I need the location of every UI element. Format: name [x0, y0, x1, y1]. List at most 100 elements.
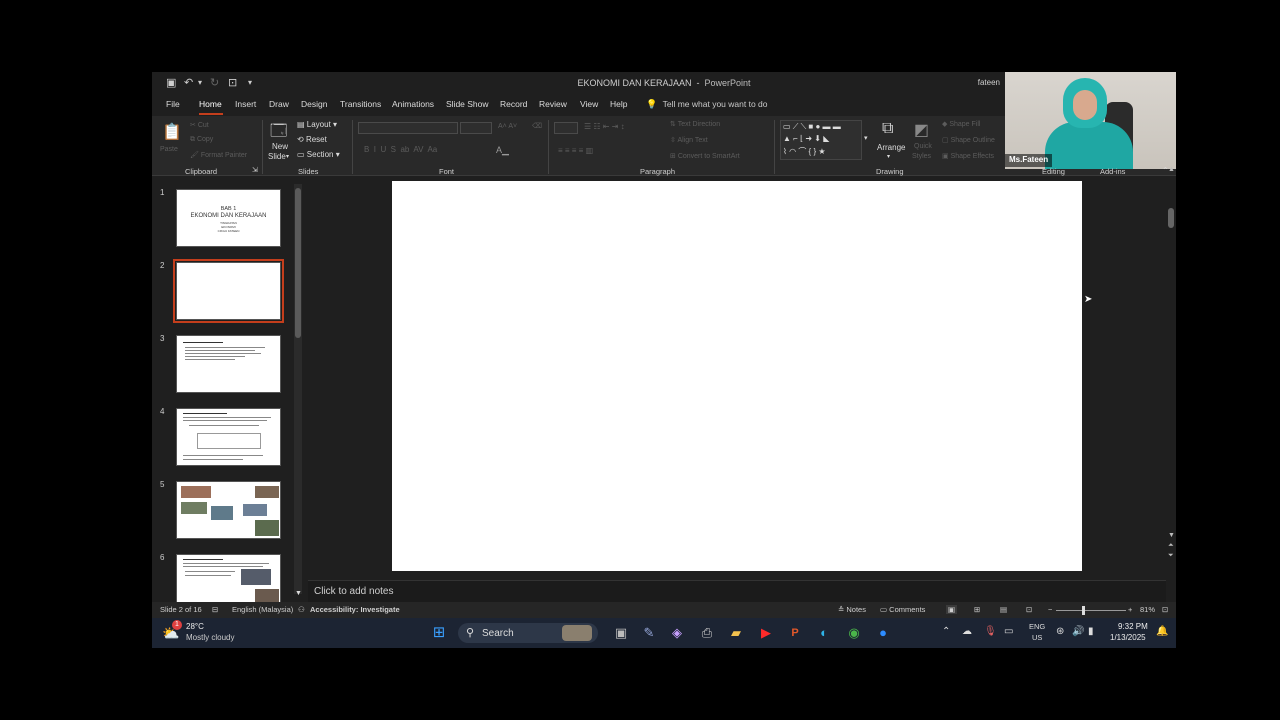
- notes-button[interactable]: ≙ Notes: [838, 605, 866, 614]
- language-status[interactable]: English (Malaysia): [232, 605, 293, 614]
- fit-slide-icon[interactable]: ⊡: [1162, 605, 1168, 614]
- slideshow-view-icon[interactable]: ⊡: [1026, 605, 1032, 614]
- clipboard-launcher-icon[interactable]: ⇲: [252, 166, 258, 174]
- current-slide-canvas[interactable]: [392, 181, 1082, 571]
- clock-time[interactable]: 9:32 PM: [1118, 622, 1148, 631]
- list-buttons[interactable]: ☰ ☷ ⇤ ⇥ ↕: [584, 122, 625, 131]
- file-explorer-icon[interactable]: ▰: [727, 624, 745, 642]
- slide-thumbnail-2[interactable]: [173, 259, 284, 323]
- clear-format-icon[interactable]: ⌫: [532, 122, 542, 130]
- text-direction-button[interactable]: ⇅ Text Direction: [670, 120, 720, 128]
- new-slide-dropdown-icon[interactable]: ▾: [286, 153, 289, 160]
- widgets-icon[interactable]: ✎: [640, 624, 658, 642]
- accessibility-status[interactable]: Accessibility: Investigate: [310, 605, 400, 614]
- copilot-icon[interactable]: ◈: [668, 624, 686, 642]
- shape-effects-button[interactable]: ▣ Shape Effects: [942, 152, 994, 160]
- tab-insert[interactable]: Insert: [235, 99, 256, 109]
- arrange-dropdown-icon[interactable]: ▾: [887, 153, 890, 160]
- layout-button[interactable]: ▤ Layout ▾: [297, 120, 337, 129]
- previous-slide-icon[interactable]: ⏶: [1168, 542, 1174, 550]
- taskbar-search[interactable]: ⚲ Search: [458, 623, 598, 643]
- font-style-buttons[interactable]: B I U S ab AV Aa: [364, 145, 437, 154]
- zoom-slider[interactable]: [1056, 610, 1126, 611]
- font-size-buttons[interactable]: A˄ A˅: [498, 123, 517, 130]
- section-button[interactable]: ▭ Section ▾: [297, 150, 340, 159]
- zoom-in-icon[interactable]: +: [1128, 605, 1132, 614]
- accessibility-icon[interactable]: ⚇: [298, 605, 305, 614]
- tab-record[interactable]: Record: [500, 99, 527, 109]
- reset-button[interactable]: ⟲ Reset: [297, 135, 327, 144]
- input-language[interactable]: ENG: [1029, 622, 1045, 631]
- font-name-combobox[interactable]: [358, 122, 458, 134]
- tab-help[interactable]: Help: [610, 99, 627, 109]
- edge-icon[interactable]: ◐: [815, 624, 833, 642]
- slide-thumbnail-4[interactable]: [176, 408, 281, 466]
- cut-button[interactable]: ✂ Cut: [190, 121, 209, 129]
- tab-slide-show[interactable]: Slide Show: [446, 99, 489, 109]
- new-slide-label[interactable]: New: [272, 142, 288, 151]
- shapes-more-icon[interactable]: ▾: [864, 134, 868, 142]
- slide-thumbnail-3[interactable]: [176, 335, 281, 393]
- thumbnail-scroll-down-icon[interactable]: ▼: [295, 590, 302, 597]
- tab-home[interactable]: Home: [199, 99, 222, 109]
- editor-vertical-scrollbar[interactable]: [1166, 178, 1176, 568]
- notes-pane[interactable]: Click to add notes: [308, 580, 1166, 602]
- input-region[interactable]: US: [1032, 633, 1042, 642]
- tab-animations[interactable]: Animations: [392, 99, 434, 109]
- printer-icon[interactable]: ⎙: [698, 624, 716, 642]
- scroll-down-icon[interactable]: ▼: [1168, 532, 1175, 539]
- slide-thumbnail-6[interactable]: [176, 554, 281, 602]
- thumbnail-scroll-thumb[interactable]: [295, 188, 301, 338]
- show-hidden-icons[interactable]: ⌃: [942, 626, 950, 637]
- tab-review[interactable]: Review: [539, 99, 567, 109]
- thumbnail-scrollbar[interactable]: [294, 184, 302, 594]
- network-icon[interactable]: ⊛: [1056, 626, 1064, 637]
- spell-check-icon[interactable]: ⊟: [212, 605, 218, 614]
- weather-temperature[interactable]: 28°C: [186, 622, 204, 631]
- tab-file[interactable]: File: [166, 99, 180, 109]
- editing-group-label[interactable]: Editing: [1042, 167, 1065, 176]
- next-slide-icon[interactable]: ⏷: [1168, 552, 1174, 560]
- task-view-icon[interactable]: ▣: [612, 624, 630, 642]
- arrange-icon[interactable]: ⧉: [882, 120, 893, 138]
- align-text-button[interactable]: ⇳ Align Text: [670, 136, 708, 144]
- tell-me-search[interactable]: 💡 Tell me what you want to do: [646, 99, 767, 110]
- slide-sorter-icon[interactable]: ⊞: [974, 605, 980, 614]
- tab-design[interactable]: Design: [301, 99, 327, 109]
- notes-placeholder[interactable]: Click to add notes: [314, 586, 394, 597]
- shape-fill-button[interactable]: ◆ Shape Fill: [942, 120, 980, 128]
- shape-format-combobox[interactable]: [554, 122, 578, 134]
- onedrive-icon[interactable]: ☁: [962, 626, 972, 637]
- zoom-level[interactable]: 81%: [1140, 605, 1155, 614]
- arrange-label[interactable]: Arrange: [877, 143, 905, 152]
- zoom-out-icon[interactable]: −: [1048, 605, 1052, 614]
- youtube-icon[interactable]: ▶: [757, 624, 775, 642]
- account-name[interactable]: fateen: [978, 78, 1000, 87]
- clock-date[interactable]: 1/13/2025: [1110, 633, 1146, 642]
- reading-view-icon[interactable]: ▤: [1000, 605, 1007, 614]
- windows-start-icon[interactable]: ⊞: [430, 624, 448, 642]
- scroll-up-icon[interactable]: ▲: [1168, 166, 1175, 173]
- editor-scroll-thumb[interactable]: [1168, 208, 1174, 228]
- display-icon[interactable]: ▭: [1004, 626, 1013, 637]
- shapes-gallery[interactable]: ▭ ⟋ ⟍ ■ ● ▬ ▬ ▲ ⌐ ⌊ ➜ ⬇ ◣ ⌇ ◠ ⌒ { } ★: [780, 120, 862, 160]
- font-size-combobox[interactable]: [460, 122, 492, 134]
- convert-smartart-button[interactable]: ⊞ Convert to SmartArt: [670, 152, 740, 160]
- format-painter-button[interactable]: 🖌 Format Painter: [190, 151, 247, 159]
- slide-thumbnail-5[interactable]: [176, 481, 281, 539]
- addins-group-label[interactable]: Add-ins: [1100, 167, 1125, 176]
- tab-draw[interactable]: Draw: [269, 99, 289, 109]
- shape-outline-button[interactable]: ▢ Shape Outline: [942, 136, 995, 144]
- weather-description[interactable]: Mostly cloudy: [186, 633, 234, 642]
- zoom-app-icon[interactable]: ●: [874, 624, 892, 642]
- tab-transitions[interactable]: Transitions: [340, 99, 381, 109]
- chrome-icon[interactable]: ◉: [845, 624, 863, 642]
- volume-icon[interactable]: 🔊: [1072, 626, 1084, 637]
- battery-icon[interactable]: ▮: [1088, 626, 1094, 637]
- alignment-buttons[interactable]: ≡ ≡ ≡ ≡ ▥: [558, 146, 593, 155]
- notification-bell-icon[interactable]: 🔔: [1156, 626, 1168, 637]
- copy-button[interactable]: ⧉ Copy: [190, 136, 213, 144]
- comments-button[interactable]: ▭ Comments: [880, 605, 925, 614]
- zoom-slider-knob[interactable]: [1082, 606, 1085, 615]
- powerpoint-icon[interactable]: P: [786, 624, 804, 642]
